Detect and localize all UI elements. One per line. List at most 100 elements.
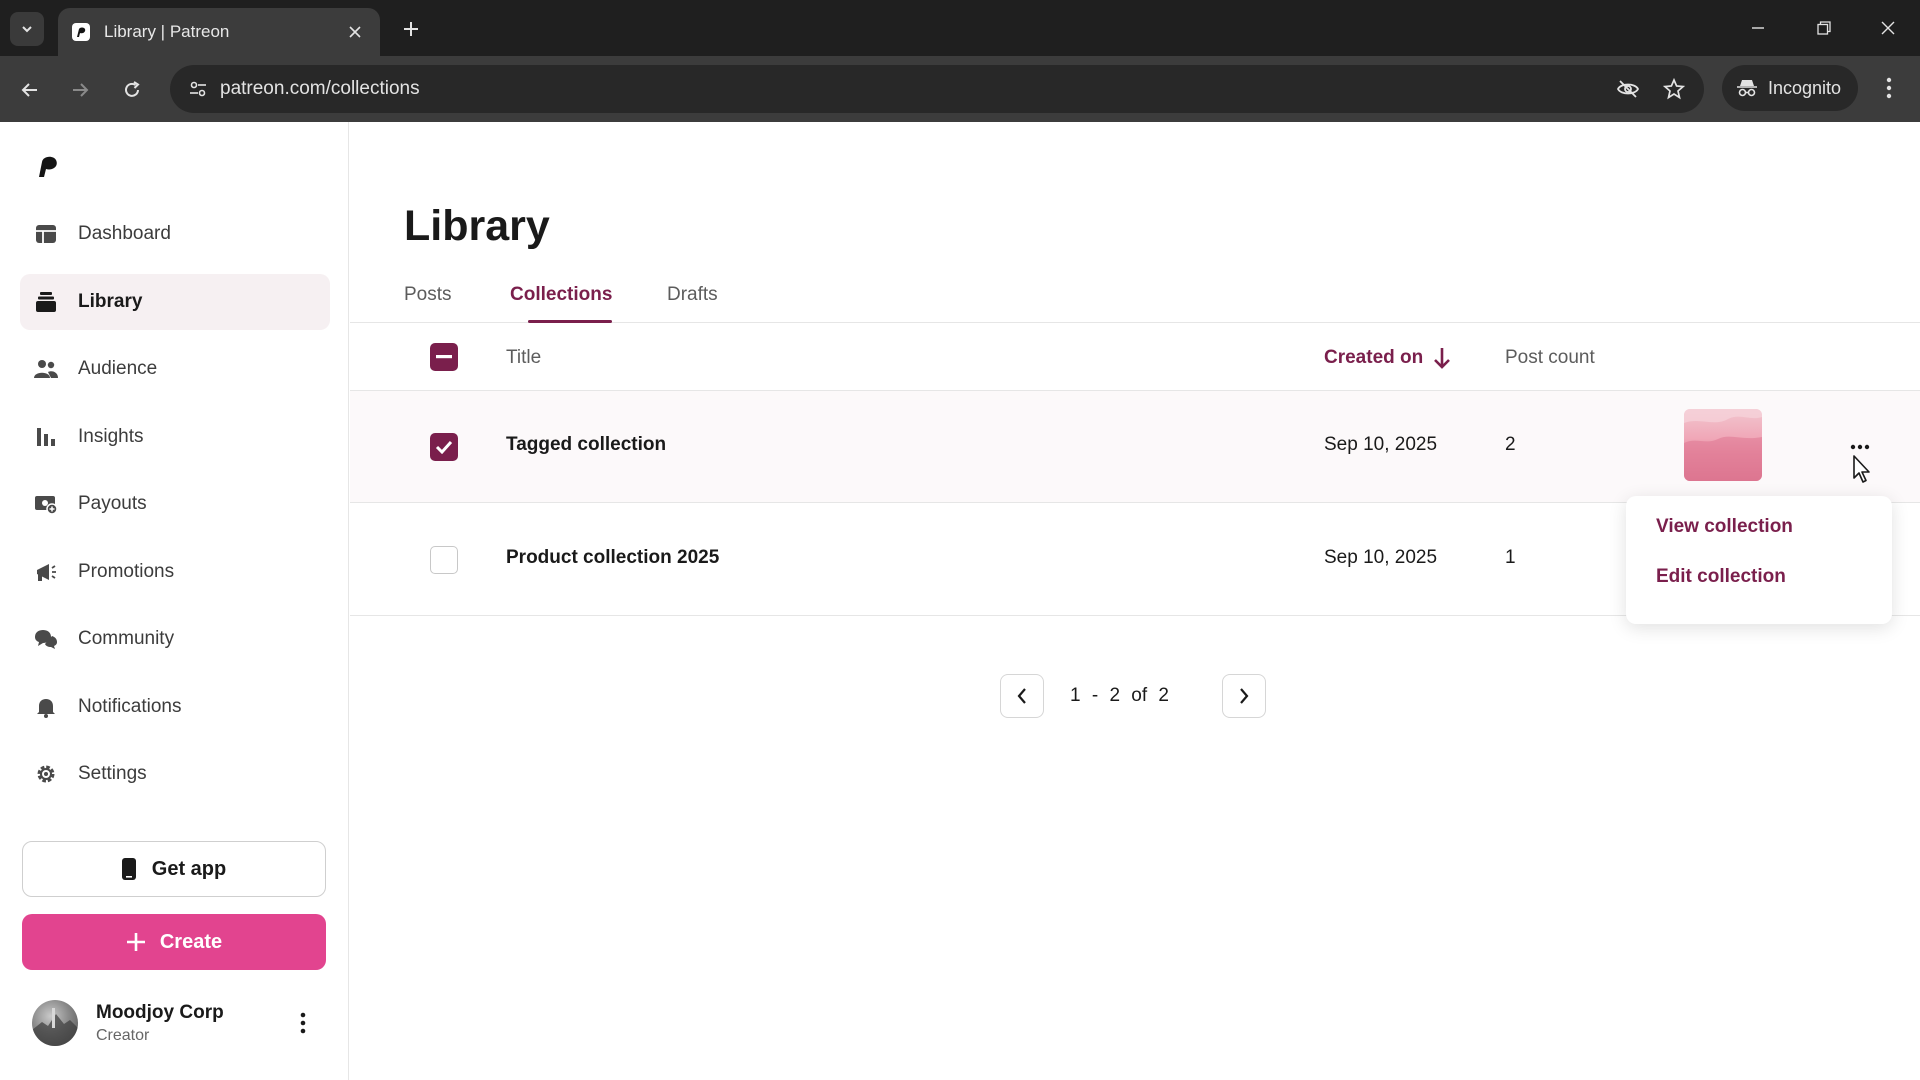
collection-post-count: 1 <box>1505 547 1516 568</box>
page-title: Library <box>404 202 550 250</box>
plus-icon <box>404 22 418 36</box>
library-icon <box>34 290 58 314</box>
close-icon <box>1881 21 1895 35</box>
sidebar-item-label: Settings <box>78 763 147 784</box>
sidebar-item-library[interactable]: Library <box>20 273 330 330</box>
create-button[interactable]: Create <box>22 914 326 970</box>
next-page-button[interactable] <box>1222 674 1266 718</box>
previous-page-button[interactable] <box>1000 674 1044 718</box>
row-checkbox[interactable] <box>430 546 458 574</box>
bookmark-star-icon[interactable] <box>1660 75 1688 103</box>
select-all-checkbox[interactable] <box>430 343 458 371</box>
close-window-button[interactable] <box>1868 10 1908 46</box>
tab-title: Library | Patreon <box>104 22 230 41</box>
minimize-icon <box>1752 27 1764 29</box>
tab-collections-label: Collections <box>510 284 613 305</box>
sidebar-item-label: Insights <box>78 425 144 447</box>
row-checkbox[interactable] <box>430 433 458 461</box>
incognito-indicator[interactable]: Incognito <box>1722 65 1858 111</box>
tab-drafts[interactable]: Drafts <box>667 284 718 323</box>
column-created-on-label: Created on <box>1324 347 1424 368</box>
sidebar-item-label: Library <box>78 290 143 312</box>
sidebar-item-notifications[interactable]: Notifications <box>20 679 330 735</box>
pagination: 1 - 2 of 2 <box>1000 674 1270 718</box>
row-actions-menu: View collection Edit collection <box>1626 496 1892 624</box>
promotions-icon <box>34 560 58 584</box>
tab-posts[interactable]: Posts <box>404 284 452 323</box>
incognito-label: Incognito <box>1768 77 1842 98</box>
collection-created-on: Sep 10, 2025 <box>1324 547 1438 568</box>
minus-icon <box>436 355 452 359</box>
arrow-right-icon <box>73 83 89 97</box>
arrow-down-icon <box>1434 348 1451 369</box>
minimize-button[interactable] <box>1738 10 1778 46</box>
sidebar-item-label: Notifications <box>78 695 182 717</box>
sidebar-item-label: Audience <box>78 358 158 379</box>
get-app-button[interactable]: Get app <box>22 841 326 897</box>
sidebar-item-payouts[interactable]: Payouts <box>20 476 330 532</box>
sidebar-item-promotions[interactable]: Promotions <box>20 544 330 600</box>
kebab-menu-icon <box>300 1012 306 1034</box>
back-button[interactable] <box>12 72 48 108</box>
restore-button[interactable] <box>1804 10 1844 46</box>
pagination-text: 1 - 2 of 2 <box>1070 685 1169 706</box>
profile-name: Moodjoy Corp <box>96 1002 224 1023</box>
phone-icon <box>121 858 136 880</box>
reload-button[interactable] <box>114 72 150 108</box>
url-text: patreon.com/collections <box>220 78 420 99</box>
site-settings-icon[interactable] <box>184 75 212 103</box>
avatar <box>32 1000 78 1046</box>
collection-thumbnail <box>1684 409 1762 481</box>
collection-title[interactable]: Product collection 2025 <box>506 547 719 569</box>
settings-icon <box>34 762 58 786</box>
notifications-icon <box>34 695 58 719</box>
incognito-icon <box>1737 80 1757 97</box>
profile-role: Creator <box>96 1027 150 1044</box>
browser-tab[interactable]: Library | Patreon <box>58 8 380 56</box>
view-collection-menu-item[interactable]: View collection <box>1656 516 1793 538</box>
create-label: Create <box>159 930 223 953</box>
profile-section[interactable]: Moodjoy Corp Creator <box>32 998 326 1050</box>
sidebar-item-settings[interactable]: Settings <box>20 746 330 802</box>
mouse-cursor-icon <box>1853 455 1870 483</box>
sidebar-item-insights[interactable]: Insights <box>20 409 330 465</box>
library-tabs: Posts Collections Drafts <box>350 278 1920 323</box>
patreon-logo-icon[interactable] <box>36 154 60 178</box>
checkmark-icon <box>435 440 453 454</box>
kebab-menu-icon <box>1886 77 1892 99</box>
eye-off-icon[interactable] <box>1614 75 1642 103</box>
restore-icon <box>1817 21 1831 35</box>
sidebar-item-community[interactable]: Community <box>20 611 330 667</box>
edit-collection-menu-item[interactable]: Edit collection <box>1656 566 1786 588</box>
collection-created-on: Sep 10, 2025 <box>1324 434 1438 455</box>
community-icon <box>34 627 58 651</box>
table-row[interactable]: Tagged collection Sep 10, 2025 2 <box>350 391 1920 503</box>
column-title: Title <box>506 347 542 368</box>
forward-button[interactable] <box>62 72 98 108</box>
chevron-right-icon <box>1240 688 1249 704</box>
reload-icon <box>125 81 140 97</box>
payouts-icon <box>34 492 58 516</box>
tab-collections[interactable]: Collections <box>510 284 632 323</box>
close-tab-icon[interactable] <box>344 21 366 43</box>
patreon-favicon-icon <box>72 23 90 41</box>
plus-icon <box>126 933 145 951</box>
sidebar-item-dashboard[interactable]: Dashboard <box>20 206 330 262</box>
profile-menu-button[interactable] <box>290 1008 316 1038</box>
tab-search-button[interactable] <box>10 12 44 46</box>
sidebar-item-label: Dashboard <box>78 223 171 244</box>
audience-icon <box>34 357 58 381</box>
sidebar-item-label: Community <box>78 628 175 649</box>
column-created-on[interactable]: Created on <box>1324 347 1451 369</box>
dashboard-icon <box>34 222 58 246</box>
sidebar-item-label: Promotions <box>78 560 175 582</box>
new-tab-button[interactable] <box>396 14 426 44</box>
column-post-count: Post count <box>1505 347 1595 368</box>
sidebar-item-audience[interactable]: Audience <box>20 341 330 397</box>
chevron-down-icon <box>22 26 32 33</box>
collection-title[interactable]: Tagged collection <box>506 434 666 456</box>
browser-menu-button[interactable] <box>1874 72 1904 104</box>
insights-icon <box>34 425 58 449</box>
address-bar[interactable]: patreon.com/collections <box>170 65 1704 113</box>
chevron-left-icon <box>1017 688 1026 704</box>
